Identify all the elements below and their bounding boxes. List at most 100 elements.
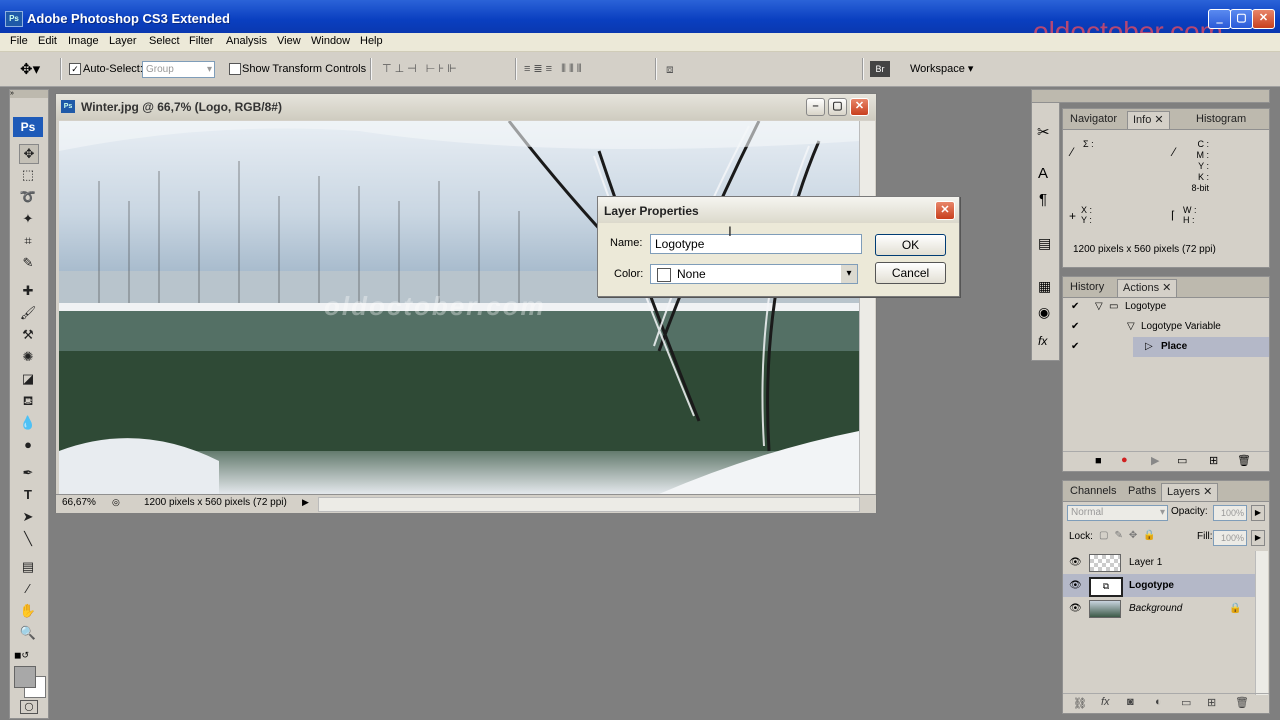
toolbox-grip[interactable]: »: [10, 90, 48, 98]
dialog-title-bar[interactable]: Layer Properties ✕: [598, 197, 959, 223]
tab-history[interactable]: History: [1065, 279, 1109, 296]
path-selection-icon[interactable]: ➤: [19, 508, 37, 526]
color-dropdown[interactable]: None ▾: [650, 264, 858, 284]
doc-maximize-button[interactable]: ▢: [828, 98, 847, 116]
blend-mode-dropdown[interactable]: Normal ▾: [1067, 505, 1168, 521]
checkmark-icon[interactable]: ✔: [1071, 337, 1079, 357]
chevron-down-icon[interactable]: ▽: [1127, 317, 1135, 337]
type-tool-icon[interactable]: T: [19, 486, 37, 504]
eraser-tool-icon[interactable]: ◪: [19, 370, 37, 388]
chevron-down-icon[interactable]: ▽: [1095, 297, 1103, 317]
checkmark-icon[interactable]: ✔: [1071, 297, 1079, 317]
link-icon[interactable]: ⛓: [1073, 697, 1087, 710]
cancel-button[interactable]: Cancel: [875, 262, 946, 284]
canvas-image[interactable]: oldoctober.com: [59, 121, 859, 494]
quick-mask-icon[interactable]: ◯: [20, 700, 38, 714]
brushes-icon[interactable]: ✂: [1037, 123, 1050, 141]
hand-tool-icon[interactable]: ✋: [19, 602, 37, 620]
lasso-tool-icon[interactable]: ➰: [19, 188, 37, 206]
default-colors-icon[interactable]: ◼↺: [14, 650, 29, 661]
adjustment-layer-icon[interactable]: ◐: [1155, 696, 1162, 708]
blur-tool-icon[interactable]: 💧: [19, 414, 37, 432]
document-title-bar[interactable]: Ps Winter.jpg @ 66,7% (Logo, RGB/8#) – ▢…: [56, 94, 876, 120]
clone-stamp-icon[interactable]: ⚒: [19, 326, 37, 344]
auto-select-dropdown[interactable]: Group ▾: [142, 61, 215, 78]
distribute-buttons[interactable]: ≡≣≡ ⦀⦀⦀: [524, 62, 585, 76]
menu-layer[interactable]: Layer: [109, 35, 137, 47]
checkmark-icon[interactable]: ✔: [1071, 317, 1079, 337]
align-buttons[interactable]: ⊤⊥⊣ ⊢⊦⊩: [382, 62, 460, 75]
new-group-icon[interactable]: ▭: [1181, 696, 1191, 709]
opacity-input[interactable]: 100%: [1213, 505, 1247, 521]
swatches-icon[interactable]: ▦: [1038, 278, 1051, 295]
tab-channels[interactable]: Channels: [1065, 483, 1121, 500]
menu-edit[interactable]: Edit: [38, 35, 57, 47]
pen-tool-icon[interactable]: ✒: [19, 464, 37, 482]
new-action-icon[interactable]: ⊞: [1209, 454, 1218, 467]
vertical-scrollbar[interactable]: [859, 121, 875, 494]
action-step-row[interactable]: ▷ Place: [1133, 337, 1269, 357]
tab-info[interactable]: Info ✕: [1127, 111, 1170, 129]
doc-minimize-button[interactable]: –: [806, 98, 825, 116]
menu-filter[interactable]: Filter: [189, 35, 213, 47]
paint-bucket-icon[interactable]: ⛾: [19, 392, 37, 410]
eyedropper-icon[interactable]: ⁄: [19, 580, 37, 598]
move-tool-icon[interactable]: ✥: [19, 144, 39, 164]
layers-scrollbar[interactable]: [1255, 551, 1268, 695]
fill-slider-arrow-icon[interactable]: ▶: [1251, 530, 1265, 546]
new-set-icon[interactable]: ▭: [1177, 454, 1187, 467]
character-icon[interactable]: A: [1038, 165, 1048, 182]
auto-align-layers-icon[interactable]: ⧈: [666, 62, 674, 77]
workspace-menu[interactable]: Workspace ▾: [910, 62, 973, 75]
trash-icon[interactable]: 🗑: [1235, 696, 1249, 709]
fill-input[interactable]: 100%: [1213, 530, 1247, 546]
opacity-slider-arrow-icon[interactable]: ▶: [1251, 505, 1265, 521]
maximize-button[interactable]: ▢: [1230, 9, 1253, 29]
notes-tool-icon[interactable]: ▤: [19, 558, 37, 576]
marquee-tool-icon[interactable]: ⬚: [19, 166, 37, 184]
foreground-color-swatch[interactable]: [14, 666, 36, 688]
status-menu-arrow-icon[interactable]: ▶: [302, 497, 309, 508]
visibility-eye-icon[interactable]: 👁: [1069, 597, 1082, 620]
record-icon[interactable]: ●: [1121, 454, 1128, 466]
crop-tool-icon[interactable]: ⌗: [19, 232, 37, 250]
line-tool-icon[interactable]: ╲: [19, 530, 37, 548]
close-icon[interactable]: ✕: [1154, 114, 1163, 126]
menu-view[interactable]: View: [277, 35, 301, 47]
fx-icon[interactable]: fx: [1038, 334, 1047, 348]
mask-icon[interactable]: ◙: [1127, 696, 1134, 708]
trash-icon[interactable]: 🗑: [1237, 454, 1251, 467]
chevron-right-icon[interactable]: ▷: [1145, 337, 1153, 357]
menu-window[interactable]: Window: [311, 35, 350, 47]
ok-button[interactable]: OK: [875, 234, 946, 256]
menu-analysis[interactable]: Analysis: [226, 35, 267, 47]
dialog-close-button[interactable]: ✕: [935, 201, 955, 220]
tab-actions[interactable]: Actions ✕: [1117, 279, 1178, 297]
tab-paths[interactable]: Paths: [1123, 483, 1161, 500]
close-button[interactable]: ✕: [1252, 9, 1275, 29]
tool-presets-icon[interactable]: ▤: [1038, 235, 1051, 252]
menu-image[interactable]: Image: [68, 35, 99, 47]
show-transform-checkbox[interactable]: [229, 63, 241, 75]
stop-icon[interactable]: ■: [1095, 455, 1102, 467]
menu-select[interactable]: Select: [149, 35, 180, 47]
zoom-tool-icon[interactable]: 🔍: [19, 624, 37, 642]
history-brush-icon[interactable]: ✺: [19, 348, 37, 366]
layer-row[interactable]: 👁 Background 🔒: [1063, 597, 1255, 620]
slice-tool-icon[interactable]: ✎: [19, 254, 37, 272]
tab-layers[interactable]: Layers ✕: [1161, 483, 1219, 501]
tab-histogram[interactable]: Histogram: [1191, 111, 1251, 128]
play-icon[interactable]: ▶: [1151, 454, 1159, 467]
close-icon[interactable]: ✕: [1162, 282, 1171, 294]
minimize-button[interactable]: ‗: [1208, 9, 1231, 29]
status-options-icon[interactable]: ◎: [112, 497, 120, 508]
tab-navigator[interactable]: Navigator: [1065, 111, 1122, 128]
zoom-level[interactable]: 66,67%: [62, 497, 96, 508]
bridge-icon[interactable]: Br: [870, 61, 890, 77]
paragraph-icon[interactable]: ¶: [1039, 191, 1047, 208]
move-tool-preset-icon[interactable]: ✥▾: [20, 60, 40, 78]
visibility-eye-icon[interactable]: 👁: [1069, 574, 1082, 597]
action-set-row[interactable]: ✔ ▽ ▭ Logotype: [1063, 297, 1269, 317]
panel-dock-header[interactable]: [1031, 89, 1270, 103]
menu-file[interactable]: File: [10, 35, 28, 47]
